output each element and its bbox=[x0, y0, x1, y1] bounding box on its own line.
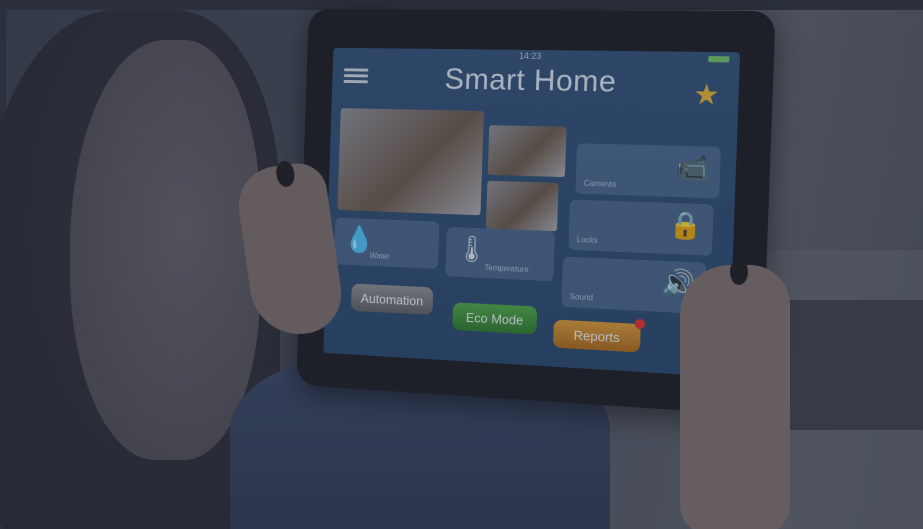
tile-sound-label: Sound bbox=[570, 292, 594, 302]
left-thumbnail bbox=[275, 160, 296, 188]
right-thumbnail bbox=[730, 259, 748, 285]
reports-button-label: Reports bbox=[573, 327, 620, 345]
tablet-screen: 14:23 Smart Home ★ 📹 Cameras 🔒 Locks 💧 W… bbox=[323, 48, 740, 377]
eco-mode-button[interactable]: Eco Mode bbox=[452, 302, 537, 334]
camera-feed-3[interactable] bbox=[486, 181, 559, 231]
tile-cameras-label: Cameras bbox=[584, 179, 617, 189]
background-furniture bbox=[770, 300, 923, 430]
lock-icon: 🔒 bbox=[668, 209, 703, 242]
app-title: Smart Home bbox=[332, 61, 740, 102]
thermometer-icon: 🌡 bbox=[455, 233, 488, 265]
tile-water[interactable]: 💧 Water bbox=[334, 218, 440, 269]
star-icon[interactable]: ★ bbox=[693, 80, 720, 109]
camera-feed-2[interactable] bbox=[488, 125, 567, 177]
tile-locks[interactable]: 🔒 Locks bbox=[568, 199, 713, 255]
tile-temperature[interactable]: 🌡 Temperature bbox=[445, 227, 555, 281]
security-camera-icon: 📹 bbox=[675, 152, 710, 185]
battery-icon bbox=[708, 56, 729, 62]
tile-temperature-label: Temperature bbox=[484, 263, 528, 274]
notification-badge bbox=[635, 319, 646, 330]
reports-button[interactable]: Reports bbox=[553, 319, 641, 352]
photo-scene: 14:23 Smart Home ★ 📹 Cameras 🔒 Locks 💧 W… bbox=[0, 0, 923, 529]
tile-locks-label: Locks bbox=[577, 235, 598, 245]
tile-water-label: Water bbox=[369, 251, 389, 261]
camera-feed-1[interactable] bbox=[337, 108, 484, 215]
person-face bbox=[70, 40, 260, 460]
automation-button[interactable]: Automation bbox=[351, 283, 433, 315]
frame-top-edge bbox=[0, 0, 923, 10]
tile-cameras[interactable]: 📹 Cameras bbox=[575, 143, 721, 198]
right-hand bbox=[680, 265, 790, 529]
